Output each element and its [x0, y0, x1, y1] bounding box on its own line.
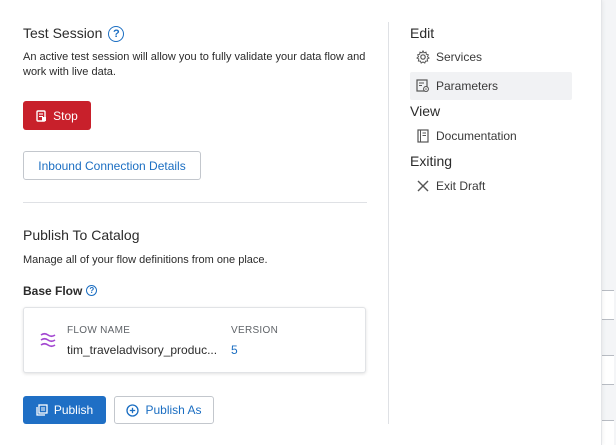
stop-button[interactable]: Stop: [23, 101, 91, 130]
base-flow-heading: Base Flow?: [23, 284, 98, 298]
menu-header-exiting: Exiting: [410, 153, 453, 169]
section-divider: [23, 202, 367, 203]
publish-button-label: Publish: [53, 403, 94, 417]
test-session-description-line: work with live data.: [23, 66, 116, 78]
menu-item-services[interactable]: Services: [410, 43, 572, 71]
publish-as-button-label: Publish As: [145, 403, 202, 417]
menu-item-exit-draft[interactable]: Exit Draft: [410, 172, 572, 200]
flow-options-panel: Test Session? An active test session wil…: [0, 0, 602, 445]
publish-as-button[interactable]: Publish As: [114, 396, 214, 424]
document-icon: [416, 129, 430, 143]
stop-icon: [36, 109, 47, 122]
flow-actions-menu: Edit Services Parameters View Documentat…: [410, 0, 575, 445]
flow-name-value: tim_traveladvisory_produc...: [67, 343, 218, 357]
publish-description: Manage all of your flow definitions from…: [23, 254, 268, 266]
stop-button-label: Stop: [53, 108, 78, 123]
close-icon: [416, 179, 430, 193]
parameters-icon: [416, 79, 430, 93]
base-flow-card: FLOW NAME tim_traveladvisory_produc... V…: [23, 307, 366, 373]
menu-item-parameters-label: Parameters: [436, 79, 499, 93]
base-flow-label: Base Flow: [23, 284, 83, 298]
version-value[interactable]: 5: [231, 343, 238, 357]
flow-waves-icon: [40, 332, 58, 353]
column-divider: [388, 22, 389, 424]
publish-icon: [36, 404, 48, 416]
gear-icon: [416, 50, 430, 64]
page: Test Session? An active test session wil…: [0, 0, 616, 445]
publish-to-catalog-title: Publish To Catalog: [23, 227, 140, 243]
menu-header-view: View: [410, 103, 441, 119]
test-session-description-line: An active test session will allow you to…: [23, 51, 366, 63]
flow-name-header: FLOW NAME: [67, 325, 131, 336]
left-column: Test Session? An active test session wil…: [23, 0, 368, 445]
test-session-title: Test Session: [23, 25, 103, 41]
publish-button[interactable]: Publish: [23, 396, 106, 424]
menu-item-parameters[interactable]: Parameters: [410, 72, 572, 100]
question-circle-icon[interactable]: ?: [86, 285, 98, 296]
menu-header-edit: Edit: [410, 25, 435, 41]
menu-item-documentation-label: Documentation: [436, 129, 517, 143]
menu-item-documentation[interactable]: Documentation: [410, 122, 572, 150]
question-circle-icon[interactable]: ?: [108, 26, 125, 43]
inbound-connection-details-label: Inbound Connection Details: [38, 158, 186, 173]
add-circle-icon: [126, 403, 140, 417]
test-session-heading: Test Session?: [23, 25, 125, 43]
menu-item-services-label: Services: [436, 50, 483, 64]
test-session-description: An active test session will allow you to…: [23, 50, 368, 80]
inbound-connection-details-button[interactable]: Inbound Connection Details: [23, 151, 201, 180]
version-header: VERSION: [231, 325, 279, 336]
menu-item-exit-draft-label: Exit Draft: [436, 179, 486, 193]
